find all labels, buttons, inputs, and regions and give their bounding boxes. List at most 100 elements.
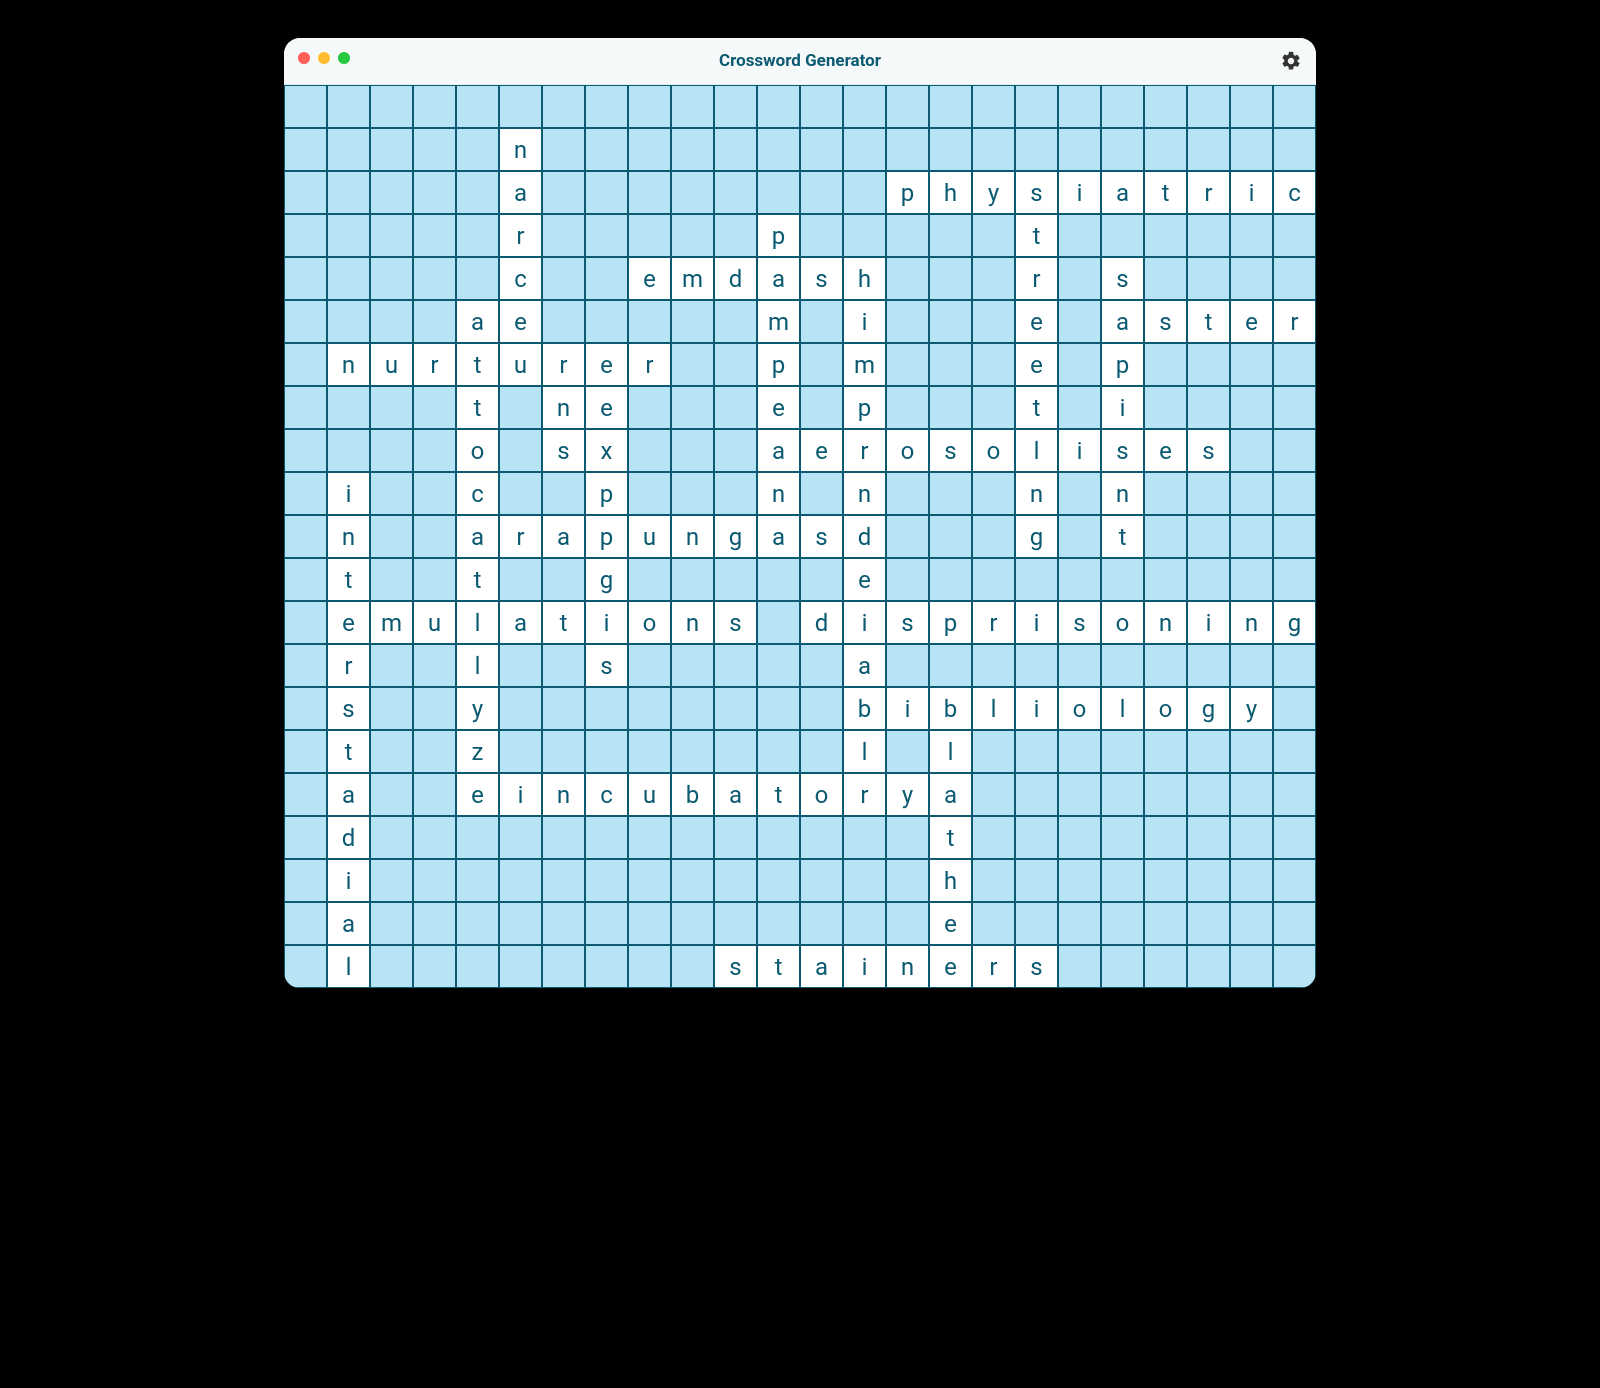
cell-empty[interactable] <box>1144 386 1187 429</box>
cell-filled[interactable]: a <box>499 601 542 644</box>
cell-empty[interactable] <box>542 687 585 730</box>
cell-empty[interactable] <box>886 257 929 300</box>
cell-empty[interactable] <box>800 644 843 687</box>
cell-empty[interactable] <box>671 429 714 472</box>
cell-empty[interactable] <box>284 816 327 859</box>
cell-empty[interactable] <box>284 859 327 902</box>
cell-empty[interactable] <box>800 558 843 601</box>
cell-empty[interactable] <box>585 171 628 214</box>
cell-filled[interactable]: i <box>1230 171 1273 214</box>
cell-empty[interactable] <box>757 730 800 773</box>
cell-filled[interactable]: r <box>843 773 886 816</box>
cell-empty[interactable] <box>1015 558 1058 601</box>
cell-empty[interactable] <box>628 171 671 214</box>
cell-empty[interactable] <box>843 816 886 859</box>
cell-empty[interactable] <box>628 429 671 472</box>
cell-filled[interactable]: a <box>327 902 370 945</box>
cell-empty[interactable] <box>757 171 800 214</box>
cell-empty[interactable] <box>628 644 671 687</box>
cell-filled[interactable]: a <box>456 515 499 558</box>
cell-empty[interactable] <box>1230 558 1273 601</box>
cell-filled[interactable]: y <box>886 773 929 816</box>
cell-empty[interactable] <box>886 300 929 343</box>
cell-empty[interactable] <box>1230 257 1273 300</box>
cell-empty[interactable] <box>1144 644 1187 687</box>
cell-empty[interactable] <box>1273 859 1316 902</box>
cell-filled[interactable]: e <box>1015 343 1058 386</box>
cell-empty[interactable] <box>1058 902 1101 945</box>
cell-filled[interactable]: t <box>456 558 499 601</box>
cell-empty[interactable] <box>929 472 972 515</box>
cell-empty[interactable] <box>542 644 585 687</box>
cell-empty[interactable] <box>800 386 843 429</box>
cell-empty[interactable] <box>714 171 757 214</box>
cell-filled[interactable]: n <box>499 128 542 171</box>
cell-empty[interactable] <box>327 386 370 429</box>
cell-empty[interactable] <box>714 343 757 386</box>
cell-empty[interactable] <box>327 214 370 257</box>
cell-empty[interactable] <box>886 214 929 257</box>
cell-empty[interactable] <box>370 128 413 171</box>
cell-filled[interactable]: n <box>671 515 714 558</box>
cell-empty[interactable] <box>886 816 929 859</box>
cell-empty[interactable] <box>284 644 327 687</box>
cell-empty[interactable] <box>284 945 327 988</box>
cell-empty[interactable] <box>972 472 1015 515</box>
cell-filled[interactable]: t <box>1101 515 1144 558</box>
cell-empty[interactable] <box>1144 257 1187 300</box>
cell-empty[interactable] <box>370 687 413 730</box>
cell-empty[interactable] <box>327 257 370 300</box>
cell-empty[interactable] <box>886 85 929 128</box>
cell-empty[interactable] <box>1273 644 1316 687</box>
cell-filled[interactable]: t <box>456 343 499 386</box>
cell-filled[interactable]: o <box>1101 601 1144 644</box>
cell-empty[interactable] <box>413 429 456 472</box>
cell-empty[interactable] <box>1273 85 1316 128</box>
cell-empty[interactable] <box>499 558 542 601</box>
cell-filled[interactable]: r <box>327 644 370 687</box>
cell-filled[interactable]: u <box>628 773 671 816</box>
cell-filled[interactable]: o <box>886 429 929 472</box>
cell-filled[interactable]: i <box>585 601 628 644</box>
cell-empty[interactable] <box>585 945 628 988</box>
cell-empty[interactable] <box>1101 644 1144 687</box>
cell-empty[interactable] <box>1144 902 1187 945</box>
cell-filled[interactable]: o <box>456 429 499 472</box>
cell-empty[interactable] <box>800 300 843 343</box>
cell-empty[interactable] <box>1230 945 1273 988</box>
cell-filled[interactable]: d <box>714 257 757 300</box>
cell-empty[interactable] <box>714 386 757 429</box>
cell-filled[interactable]: s <box>585 644 628 687</box>
cell-filled[interactable]: a <box>456 300 499 343</box>
gear-icon[interactable] <box>1280 50 1302 72</box>
cell-empty[interactable] <box>1273 558 1316 601</box>
cell-empty[interactable] <box>370 214 413 257</box>
cell-empty[interactable] <box>929 257 972 300</box>
cell-empty[interactable] <box>757 128 800 171</box>
cell-filled[interactable]: e <box>843 558 886 601</box>
cell-filled[interactable]: r <box>1015 257 1058 300</box>
cell-empty[interactable] <box>1230 85 1273 128</box>
cell-empty[interactable] <box>284 902 327 945</box>
cell-empty[interactable] <box>1144 515 1187 558</box>
cell-filled[interactable]: a <box>757 515 800 558</box>
cell-filled[interactable]: n <box>1144 601 1187 644</box>
cell-filled[interactable]: n <box>886 945 929 988</box>
cell-empty[interactable] <box>671 558 714 601</box>
cell-empty[interactable] <box>714 128 757 171</box>
cell-empty[interactable] <box>886 644 929 687</box>
cell-empty[interactable] <box>628 85 671 128</box>
cell-empty[interactable] <box>671 85 714 128</box>
cell-empty[interactable] <box>671 472 714 515</box>
cell-empty[interactable] <box>800 128 843 171</box>
cell-filled[interactable]: r <box>628 343 671 386</box>
cell-empty[interactable] <box>413 472 456 515</box>
cell-empty[interactable] <box>1058 472 1101 515</box>
cell-filled[interactable]: t <box>456 386 499 429</box>
cell-empty[interactable] <box>456 902 499 945</box>
cell-empty[interactable] <box>671 343 714 386</box>
cell-filled[interactable]: x <box>585 429 628 472</box>
cell-empty[interactable] <box>886 558 929 601</box>
cell-empty[interactable] <box>585 257 628 300</box>
cell-empty[interactable] <box>1187 558 1230 601</box>
